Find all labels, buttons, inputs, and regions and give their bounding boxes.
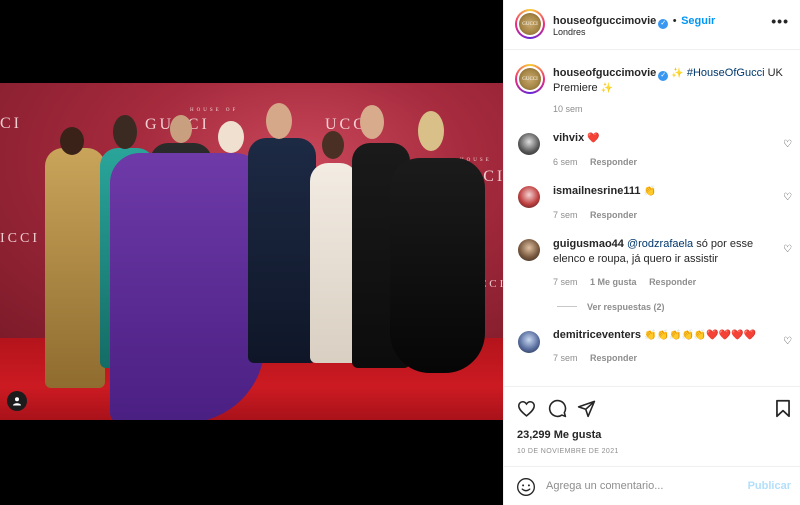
comment-mention[interactable]: @rodzrafaela — [627, 238, 693, 250]
emoji-button[interactable] — [516, 477, 536, 497]
comments-list[interactable]: GUCCI houseofguccimovie ✓ ✨ #HouseOfGucci… — [504, 51, 800, 386]
account-avatar[interactable]: GUCCI — [515, 9, 545, 39]
comment-username[interactable]: vihvix — [553, 132, 584, 144]
post-photo[interactable]: CI HOUSE OF GUCCI UCCI HOUSE OF UCCI ICC… — [0, 83, 503, 420]
media-pane: CI HOUSE OF GUCCI UCCI HOUSE OF UCCI ICC… — [0, 0, 503, 505]
share-icon — [577, 400, 595, 417]
emoji-icon — [517, 478, 535, 496]
comment-meta: 7 sem Responder — [553, 353, 647, 363]
bookmark-icon — [776, 399, 790, 417]
person-white-outfit — [310, 163, 358, 363]
caption-hashtag[interactable]: #HouseOfGucci — [687, 67, 765, 79]
verified-badge-icon: ✓ — [658, 71, 669, 81]
person-head — [418, 111, 444, 151]
comment-avatar[interactable] — [518, 239, 540, 261]
likes-count[interactable]: 23,299 Me gusta — [517, 429, 601, 441]
follow-button[interactable]: Seguir — [681, 15, 715, 27]
user-tag-button[interactable] — [7, 391, 27, 411]
person-head — [360, 105, 384, 139]
person-gold-gown — [45, 148, 105, 388]
comment-like-heart-icon[interactable]: ♡ — [783, 192, 792, 203]
comment-time[interactable]: 7 sem — [553, 210, 578, 220]
comment-username[interactable]: demitriceventers — [553, 329, 641, 341]
more-options-icon[interactable]: ••• — [771, 13, 789, 29]
caption-avatar[interactable]: GUCCI — [515, 64, 545, 94]
reply-button[interactable]: Responder — [590, 210, 637, 220]
reply-button[interactable]: Responder — [590, 353, 637, 363]
post-location[interactable]: Londres — [553, 27, 586, 37]
sparkles-emoji: ✨ — [600, 83, 614, 94]
comment-time[interactable]: 7 sem — [553, 353, 578, 363]
person-head — [322, 131, 344, 159]
account-username[interactable]: houseofguccimovie — [553, 15, 656, 27]
verified-badge-icon: ✓ — [658, 19, 669, 29]
comment-text: guigusmao44 @rodzrafaela só por esse ele… — [553, 238, 754, 265]
comment-like-heart-icon[interactable]: ♡ — [783, 139, 792, 150]
poster-text: CI — [0, 115, 22, 132]
comment-like-heart-icon[interactable]: ♡ — [783, 336, 792, 347]
caption-username[interactable]: houseofguccimovie — [553, 67, 656, 79]
poster-text: HOUSE OF — [190, 108, 239, 113]
heart-icon — [517, 400, 535, 417]
post-date[interactable]: 10 DE NOVIEMBRE DE 2021 — [517, 448, 619, 455]
post-actions: 23,299 Me gusta 10 DE NOVIEMBRE DE 2021 — [504, 386, 800, 466]
reply-button[interactable]: Responder — [590, 157, 637, 167]
person-black-gown — [390, 158, 485, 373]
person-navy-suit — [248, 138, 316, 363]
comment-username[interactable]: guigusmao44 — [553, 238, 624, 250]
person-purple-gown — [110, 153, 265, 420]
comment-avatar[interactable] — [518, 186, 540, 208]
person-head — [218, 121, 244, 153]
view-replies-button[interactable]: Ver respuestas (2) — [557, 302, 665, 312]
like-button[interactable] — [515, 397, 537, 419]
comment-input[interactable] — [546, 476, 741, 496]
comment-text: vihvix ❤️ — [553, 132, 600, 144]
user-tag-icon — [13, 397, 21, 406]
add-comment-bar: Publicar — [504, 466, 800, 505]
person-head — [266, 103, 292, 139]
poster-text: ICCI — [0, 231, 40, 246]
caption-avatar-image: GUCCI — [519, 68, 541, 90]
caption-time[interactable]: 10 sem — [553, 104, 583, 114]
post-side-panel: GUCCI houseofguccimovie ✓ • Seguir Londre… — [503, 0, 800, 505]
person-head — [170, 115, 192, 143]
comment-avatar[interactable] — [518, 331, 540, 353]
comment-button[interactable] — [546, 397, 568, 419]
publish-button[interactable]: Publicar — [748, 480, 791, 492]
comment-meta: 6 sem Responder — [553, 157, 647, 167]
comment-time[interactable]: 6 sem — [553, 157, 578, 167]
person-head — [113, 115, 137, 149]
sparkles-emoji: ✨ — [671, 68, 684, 79]
comment-meta: 7 sem Responder — [553, 210, 647, 220]
comment-likes-count[interactable]: 1 Me gusta — [590, 277, 637, 287]
comment-text: demitriceventers 👏👏👏👏👏❤️❤️❤️❤️ — [553, 329, 757, 341]
account-avatar-image: GUCCI — [519, 13, 541, 35]
comment-meta: 7 sem 1 Me gusta Responder — [553, 277, 706, 287]
save-button[interactable] — [772, 397, 794, 419]
comment-text: ismailnesrine111 👏 — [553, 185, 656, 197]
comment-time[interactable]: 7 sem — [553, 277, 578, 287]
post-header: GUCCI houseofguccimovie ✓ • Seguir Londre… — [504, 0, 800, 50]
comment-like-heart-icon[interactable]: ♡ — [783, 244, 792, 255]
post-caption: houseofguccimovie ✓ ✨ #HouseOfGucci UK Pr… — [553, 66, 783, 96]
person-head — [60, 127, 84, 155]
reply-button[interactable]: Responder — [649, 277, 696, 287]
share-button[interactable] — [575, 397, 597, 419]
comment-username[interactable]: ismailnesrine111 — [553, 185, 640, 197]
comment-icon — [548, 399, 566, 417]
comment-avatar[interactable] — [518, 133, 540, 155]
